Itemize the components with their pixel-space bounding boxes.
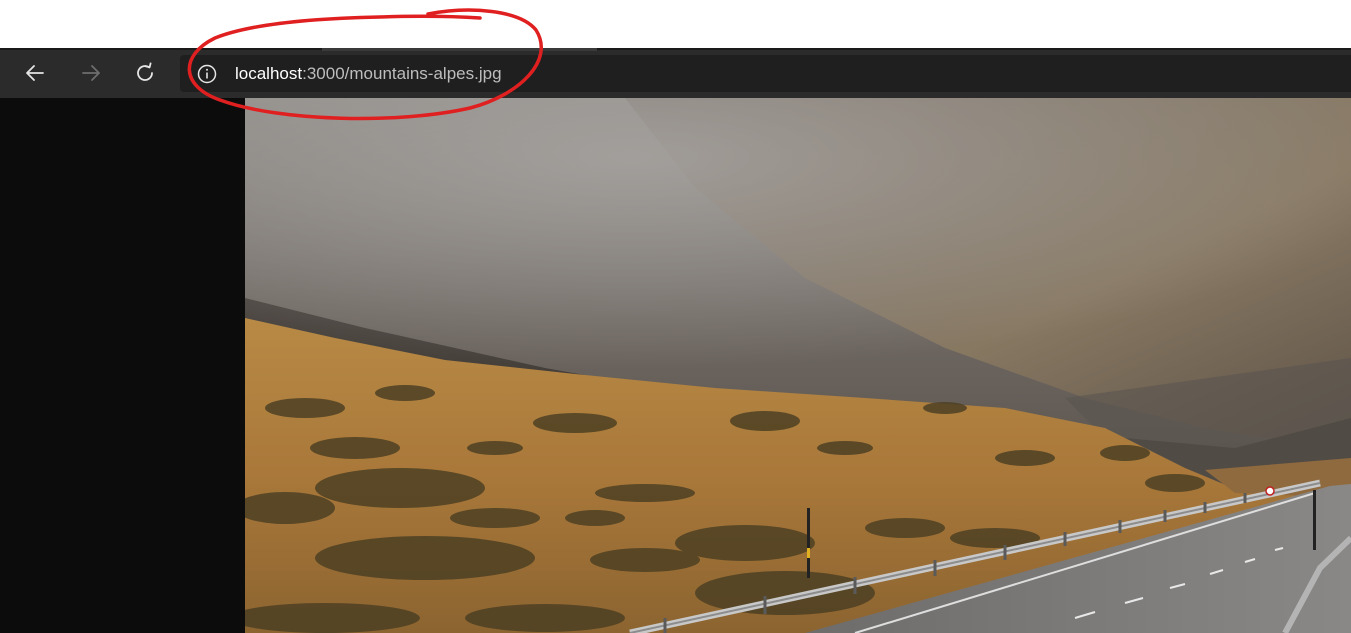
url-path: :3000/mountains-alpes.jpg [302, 64, 502, 83]
back-button[interactable] [20, 58, 50, 88]
mountain-photo [245, 98, 1351, 633]
active-tab-edge[interactable] [322, 48, 597, 51]
forward-button[interactable] [76, 58, 106, 88]
arrow-left-icon [26, 65, 44, 81]
info-circle-icon [197, 64, 217, 84]
site-info-button[interactable] [196, 63, 218, 85]
arrow-right-icon [82, 65, 100, 81]
refresh-icon [137, 62, 153, 81]
url-text[interactable]: localhost:3000/mountains-alpes.jpg [235, 62, 502, 86]
url-host: localhost [235, 64, 303, 83]
mountain-landscape-image [245, 98, 1351, 633]
reload-button[interactable] [130, 58, 160, 88]
image-viewer-background [0, 98, 245, 633]
screen-top-margin [0, 0, 1351, 48]
